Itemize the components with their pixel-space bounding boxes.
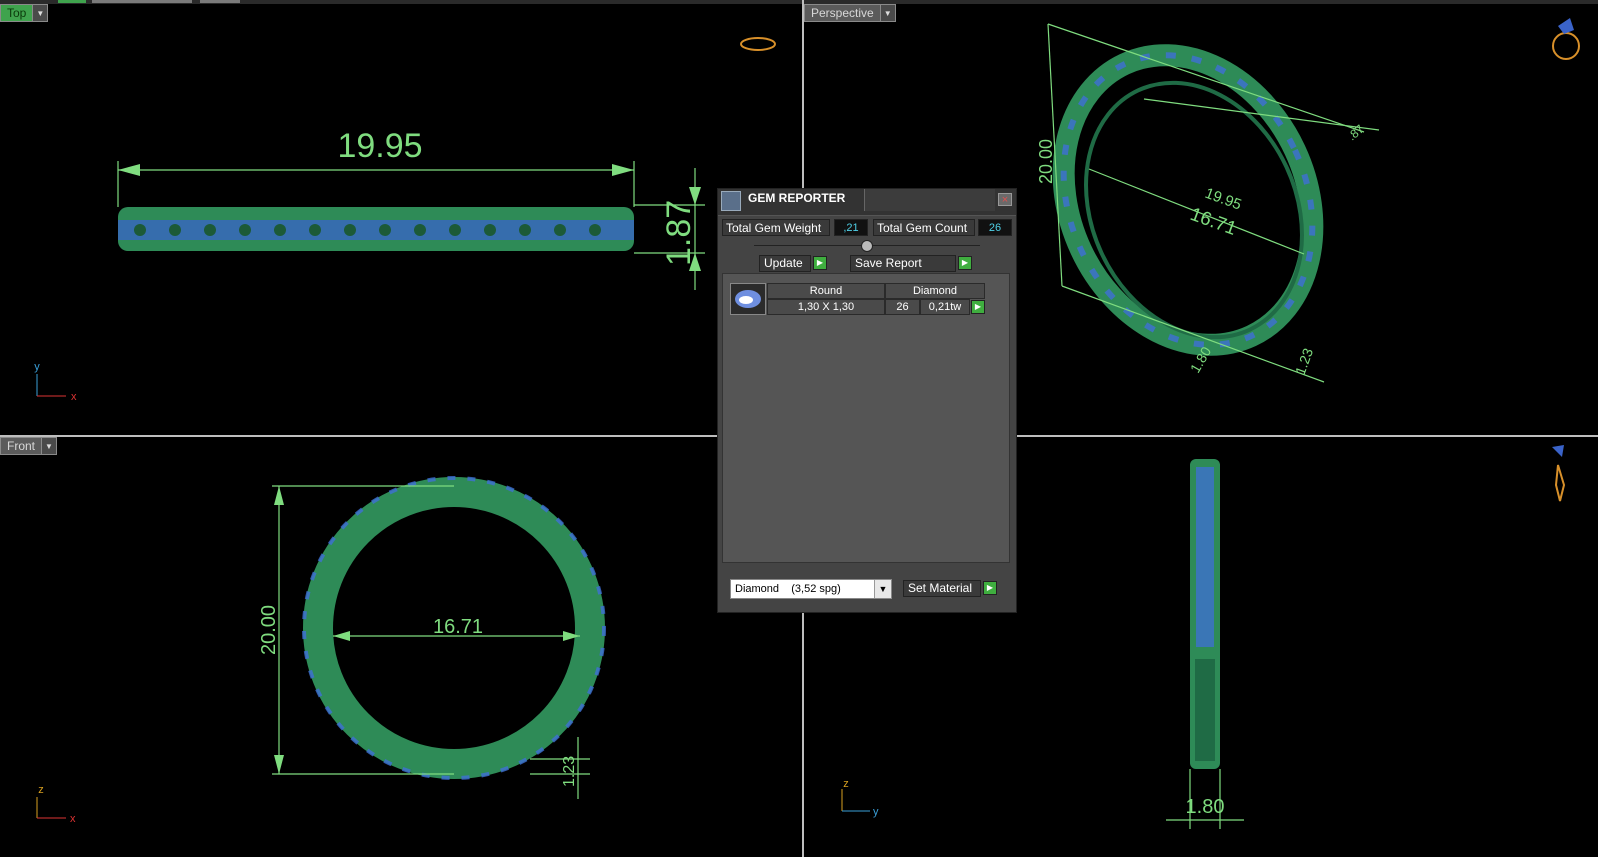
gem-reporter-panel: GEM REPORTER × Total Gem Weight ,21 Tota… xyxy=(717,188,1017,613)
gem-material-header: Diamond xyxy=(885,283,985,299)
viewport-label-text: Perspective xyxy=(811,6,874,20)
gem-row-go-icon[interactable]: ▶ xyxy=(971,300,985,314)
gem-list-area: Round Diamond 1,30 X 1,30 26 0,21tw ▶ xyxy=(722,273,1010,563)
chevron-down-icon[interactable]: ▼ xyxy=(879,5,895,21)
viewport-top[interactable]: 19.95 1.87 y x Top ▼ xyxy=(0,4,802,435)
gem-shape-header: Round xyxy=(767,283,885,299)
top-width-dim: 19.95 xyxy=(337,127,422,165)
viewport-front[interactable]: 20.00 16.71 1.23 z x Front ▼ xyxy=(0,437,802,857)
top-view-canvas: 19.95 1.87 y x xyxy=(34,37,776,403)
front-thick-dim: 1.23 xyxy=(561,756,578,787)
material-select-value: Diamond (3,52 spg) xyxy=(735,583,841,595)
total-gem-count-label: Total Gem Count xyxy=(873,219,975,236)
viewport-label-text: Top xyxy=(1,5,33,21)
chevron-down-icon[interactable]: ▼ xyxy=(32,5,48,21)
front-axis-z: z xyxy=(38,784,44,796)
front-inner-dim: 16.71 xyxy=(433,616,483,638)
gem-count-cell: 26 xyxy=(885,299,920,315)
right-axis-y: y xyxy=(873,806,879,818)
viewport-label-top[interactable]: Top ▼ xyxy=(0,4,49,22)
front-axis-x: x xyxy=(70,813,76,825)
front-outer-dim: 20.00 xyxy=(258,605,280,655)
right-axis-z: z xyxy=(843,778,849,790)
chevron-down-icon[interactable]: ▼ xyxy=(41,438,57,454)
gem-reporter-icon xyxy=(721,191,741,211)
round-gem-icon[interactable] xyxy=(730,283,766,315)
total-gem-weight-label: Total Gem Weight xyxy=(722,219,830,236)
update-button[interactable]: Update xyxy=(759,255,811,272)
persp-side-dim: .87 xyxy=(1345,122,1367,144)
right-width-dim: 1.80 xyxy=(1186,796,1225,818)
top-axis-y: y xyxy=(34,361,40,373)
close-icon[interactable]: × xyxy=(998,193,1012,206)
chevron-down-icon[interactable]: ▼ xyxy=(874,580,891,598)
persp-thick-dim: 1.23 xyxy=(1292,346,1316,377)
save-report-go-icon[interactable]: ▶ xyxy=(958,256,972,270)
update-go-icon[interactable]: ▶ xyxy=(813,256,827,270)
gem-weight-cell: 0,21tw xyxy=(920,299,970,315)
persp-outer-dim: 20.00 xyxy=(1036,139,1056,184)
gem-size-cell: 1,30 X 1,30 xyxy=(767,299,885,315)
set-material-button[interactable]: Set Material xyxy=(903,580,981,597)
panel-title: GEM REPORTER xyxy=(748,191,846,205)
top-height-dim: 1.87 xyxy=(660,200,698,266)
total-gem-count-value: 26 xyxy=(978,219,1012,236)
viewport-label-perspective[interactable]: Perspective ▼ xyxy=(804,4,896,22)
panel-title-bar[interactable]: GEM REPORTER × xyxy=(718,189,1016,216)
viewport-label-text: Front xyxy=(7,439,36,453)
panel-tab-area xyxy=(864,189,995,211)
total-gem-weight-value: ,21 xyxy=(834,219,868,236)
set-material-go-icon[interactable]: ▶ xyxy=(983,581,997,595)
front-view-canvas: 20.00 16.71 1.23 z x xyxy=(36,476,606,825)
material-select[interactable]: Diamond (3,52 spg) ▼ xyxy=(730,579,892,599)
save-report-button[interactable]: Save Report xyxy=(850,255,956,272)
collapse-toggle-icon[interactable] xyxy=(861,240,873,252)
top-axis-x: x xyxy=(71,391,77,403)
viewport-label-front[interactable]: Front ▼ xyxy=(0,437,58,455)
